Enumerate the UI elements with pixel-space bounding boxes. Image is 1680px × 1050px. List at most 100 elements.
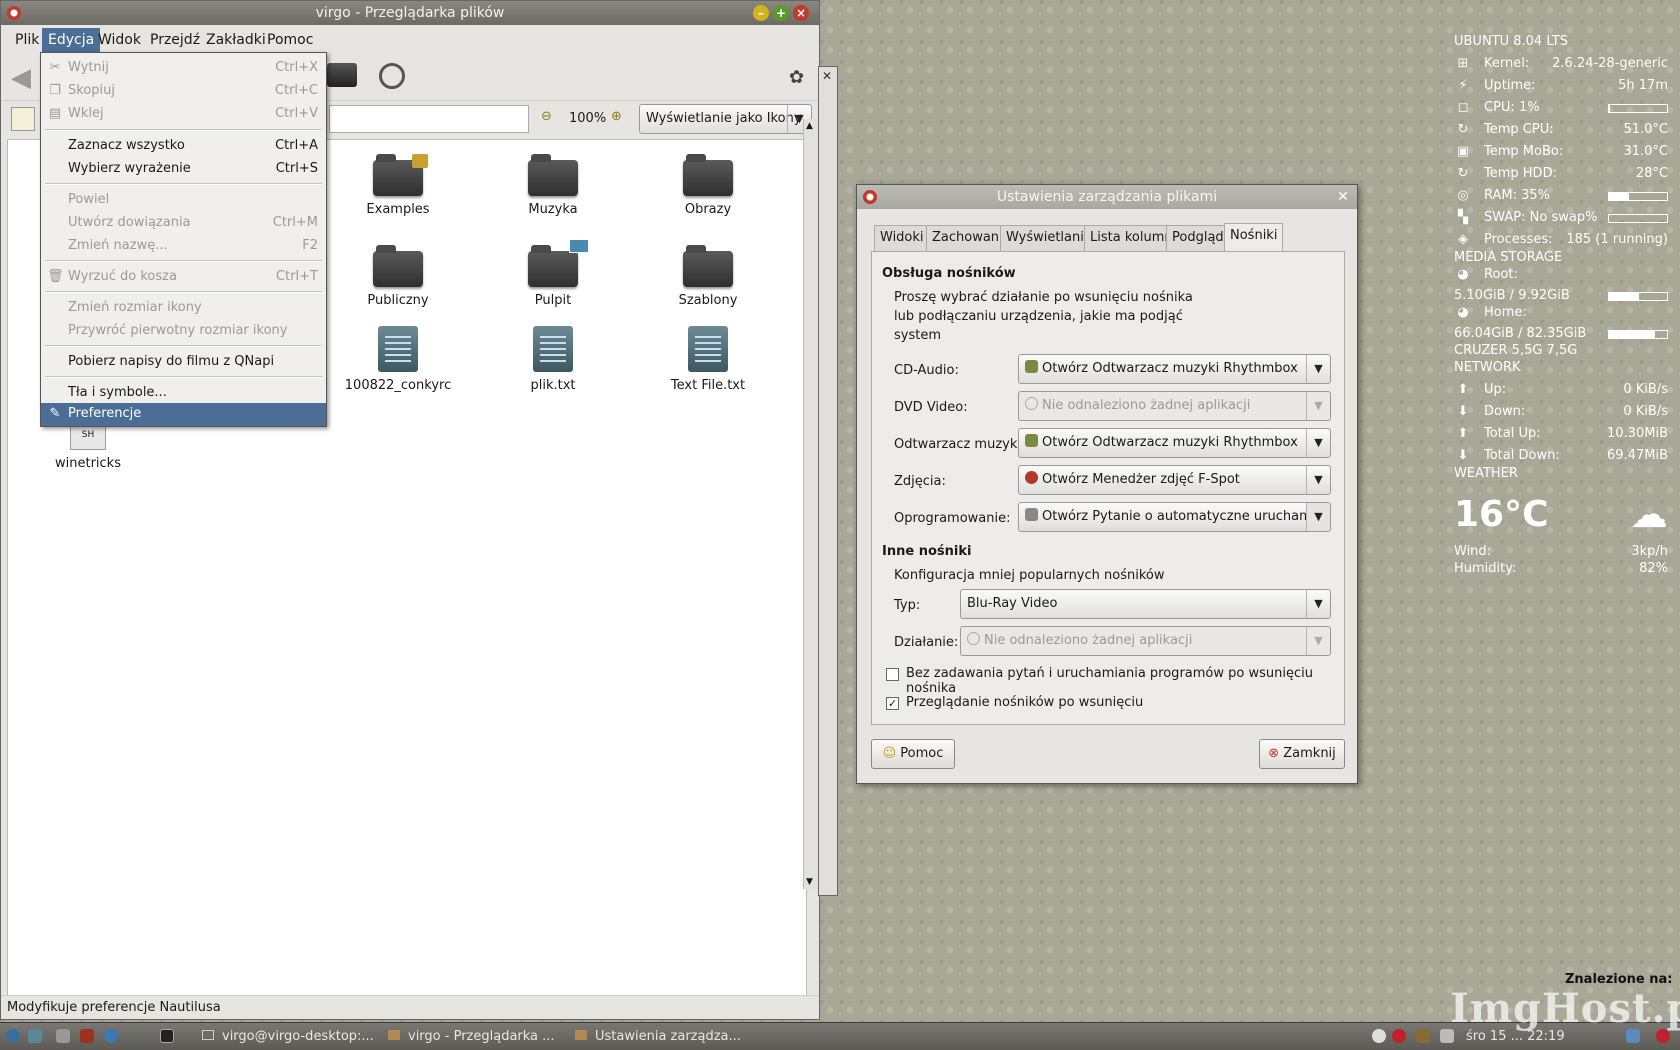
- launcher-clock-icon[interactable]: [56, 1029, 70, 1043]
- dialog-titlebar[interactable]: Ustawienia zarządzania plikami ✕: [857, 185, 1357, 209]
- file-item[interactable]: Szablony: [648, 245, 768, 308]
- tab-podglad[interactable]: Podgląd: [1166, 225, 1230, 251]
- edit-location-icon[interactable]: [11, 107, 35, 131]
- text-file-icon: [688, 326, 728, 372]
- window-menu-icon[interactable]: [7, 6, 21, 20]
- launcher-browser-icon[interactable]: [104, 1029, 118, 1043]
- file-name: Pulpit: [534, 293, 572, 308]
- window-menu-icon[interactable]: [863, 190, 877, 204]
- humidity-value: 82%: [1639, 561, 1668, 576]
- menu-item-accel: Ctrl+S: [275, 161, 318, 176]
- menu-przejdz[interactable]: Przejdź: [150, 32, 200, 48]
- menu-item-resize-icon[interactable]: Zmień rozmiar ikony: [41, 297, 326, 319]
- browse-media-checkbox[interactable]: ✓: [886, 697, 899, 710]
- menu-plik[interactable]: Plik: [15, 32, 39, 48]
- menu-item-restore-icon-size[interactable]: Przywróć pierwotny rozmiar ikony: [41, 320, 326, 342]
- file-item[interactable]: SH winetricks: [28, 420, 148, 471]
- menu-edycja[interactable]: Edycja: [42, 28, 101, 52]
- close-icon[interactable]: ×: [793, 5, 809, 21]
- start-menu-icon[interactable]: [6, 1029, 20, 1043]
- menu-item-qnapi[interactable]: Pobierz napisy do filmu z QNapi: [41, 351, 326, 373]
- terminal-icon[interactable]: [160, 1029, 174, 1043]
- minimize-icon[interactable]: –: [753, 5, 769, 21]
- type-value: Blu-Ray Video: [967, 596, 1058, 611]
- task-terminal[interactable]: virgo@virgo-desktop:...: [202, 1027, 374, 1047]
- music-player-select[interactable]: Otwórz Odtwarzacz muzyki Rhythmbox ▼: [1018, 428, 1331, 458]
- kernel-icon: ⊞: [1457, 56, 1469, 71]
- file-item[interactable]: Text File.txt: [648, 326, 768, 393]
- launcher-app-icon[interactable]: [80, 1029, 94, 1043]
- tray-alert-icon[interactable]: [1392, 1029, 1406, 1043]
- photos-select[interactable]: Otwórz Menedżer zdjęć F-Spot ▼: [1018, 465, 1331, 495]
- menu-item-select-all[interactable]: Zaznacz wszystko Ctrl+A: [41, 135, 326, 157]
- menu-item-trash[interactable]: 🗑 Wyrzuć do kosza Ctrl+T: [41, 266, 326, 288]
- menu-item-select-pattern[interactable]: Wybierz wyrażenie Ctrl+S: [41, 158, 326, 180]
- file-name: Szablony: [678, 293, 738, 308]
- menu-item-copy[interactable]: ❐ Skopiuj Ctrl+C: [41, 80, 326, 102]
- help-button[interactable]: ☺ Pomoc: [871, 739, 955, 769]
- vertical-scrollbar[interactable]: ▲ ▼: [803, 119, 819, 889]
- file-item[interactable]: Publiczny: [338, 245, 458, 308]
- menu-item-paste[interactable]: ▤ Wklej Ctrl+V: [41, 103, 326, 125]
- tab-widoki[interactable]: Widoki: [874, 225, 930, 251]
- menu-pomoc[interactable]: Pomoc: [267, 32, 313, 48]
- maximize-icon[interactable]: +: [773, 5, 789, 21]
- tray-battery-icon[interactable]: [1416, 1029, 1430, 1043]
- type-select[interactable]: Blu-Ray Video ▼: [960, 589, 1331, 619]
- scroll-down-icon[interactable]: ▼: [806, 877, 813, 887]
- file-item[interactable]: 100822_conkyrc: [338, 326, 458, 393]
- conky-system-monitor: UBUNTU 8.04 LTS ⊞ Kernel: 2.6.24-28-generi…: [1454, 32, 1668, 592]
- location-input[interactable]: [329, 105, 529, 133]
- software-select[interactable]: Otwórz Pytanie o automatyczne uruchamian…: [1018, 502, 1331, 532]
- scroll-up-icon[interactable]: ▲: [806, 121, 813, 131]
- computer-icon[interactable]: [327, 63, 357, 87]
- search-icon[interactable]: [379, 63, 405, 89]
- tray-icon[interactable]: [1372, 1029, 1386, 1043]
- menu-zakladki[interactable]: Zakładki: [206, 32, 266, 48]
- file-name: 100822_conkyrc: [344, 378, 452, 393]
- menu-item-rename[interactable]: Zmień nazwę... F2: [41, 235, 326, 257]
- file-item[interactable]: plik.txt: [493, 326, 613, 393]
- kernel-value: 2.6.24-28-generic: [1552, 56, 1668, 71]
- menu-item-preferences[interactable]: ✎ Preferencje: [41, 403, 326, 426]
- temp-cpu-label: Temp CPU:: [1484, 122, 1554, 137]
- close-button[interactable]: ⊗ Zamknij: [1259, 739, 1345, 769]
- tab-nosniki[interactable]: Nośniki: [1224, 223, 1284, 251]
- menu-item-backgrounds[interactable]: Tła i symbole...: [41, 382, 326, 404]
- dvd-video-select[interactable]: Nie odnaleziono żadnej aplikacji ▼: [1018, 391, 1331, 421]
- menu-separator: [45, 376, 322, 378]
- task-preferences[interactable]: Ustawienia zarządza...: [575, 1027, 741, 1047]
- file-item[interactable]: Examples: [338, 154, 458, 217]
- back-arrow-icon[interactable]: ◀: [11, 63, 31, 93]
- file-item[interactable]: Muzyka: [493, 154, 613, 217]
- cloud-rain-icon: ☁: [1630, 492, 1668, 536]
- window-titlebar[interactable]: virgo - Przeglądarka plików – + ×: [1, 1, 819, 25]
- menu-item-cut[interactable]: ✂ Wytnij Ctrl+X: [41, 57, 326, 79]
- menu-item-make-link[interactable]: Utwórz dowiązania Ctrl+M: [41, 212, 326, 234]
- file-item[interactable]: Obrazy: [648, 154, 768, 217]
- watermark: ImgHost.pl: [1450, 985, 1680, 1032]
- zoom-out-icon[interactable]: ⊖: [541, 109, 552, 124]
- menu-separator: [45, 345, 322, 347]
- file-item[interactable]: Pulpit: [493, 239, 613, 308]
- menu-item-duplicate[interactable]: Powiel: [41, 189, 326, 211]
- cd-audio-select[interactable]: Otwórz Odtwarzacz muzyki Rhythmbox ▼: [1018, 354, 1331, 384]
- background-window-edge[interactable]: ✕: [818, 66, 838, 896]
- arrow-up-icon: ⬆: [1457, 382, 1469, 397]
- action-value: Nie odnaleziono żadnej aplikacji: [984, 633, 1193, 648]
- menu-widok[interactable]: Widok: [98, 32, 141, 48]
- tab-lista-kolumn[interactable]: Lista kolumn: [1084, 225, 1179, 251]
- close-icon[interactable]: ✕: [822, 69, 832, 83]
- uptime-value: 5h 17m: [1618, 78, 1668, 93]
- taskbar: virgo@virgo-desktop:... virgo - Przegląd…: [0, 1022, 1680, 1050]
- ram-bar: [1608, 192, 1668, 201]
- never-prompt-checkbox[interactable]: [886, 668, 899, 681]
- net-down-row: ⬇ Down: 0 KiB/s: [1454, 402, 1668, 422]
- launcher-files-icon[interactable]: [28, 1029, 42, 1043]
- task-label: virgo - Przeglądarka ...: [408, 1029, 555, 1044]
- view-mode-select[interactable]: Wyświetlanie jako Ikony ▼: [639, 104, 812, 134]
- zoom-in-icon[interactable]: ⊕: [611, 109, 622, 124]
- close-icon[interactable]: ✕: [1335, 189, 1351, 205]
- action-select[interactable]: Nie odnaleziono żadnej aplikacji ▼: [960, 626, 1331, 656]
- task-file-browser[interactable]: virgo - Przeglądarka ...: [388, 1027, 555, 1047]
